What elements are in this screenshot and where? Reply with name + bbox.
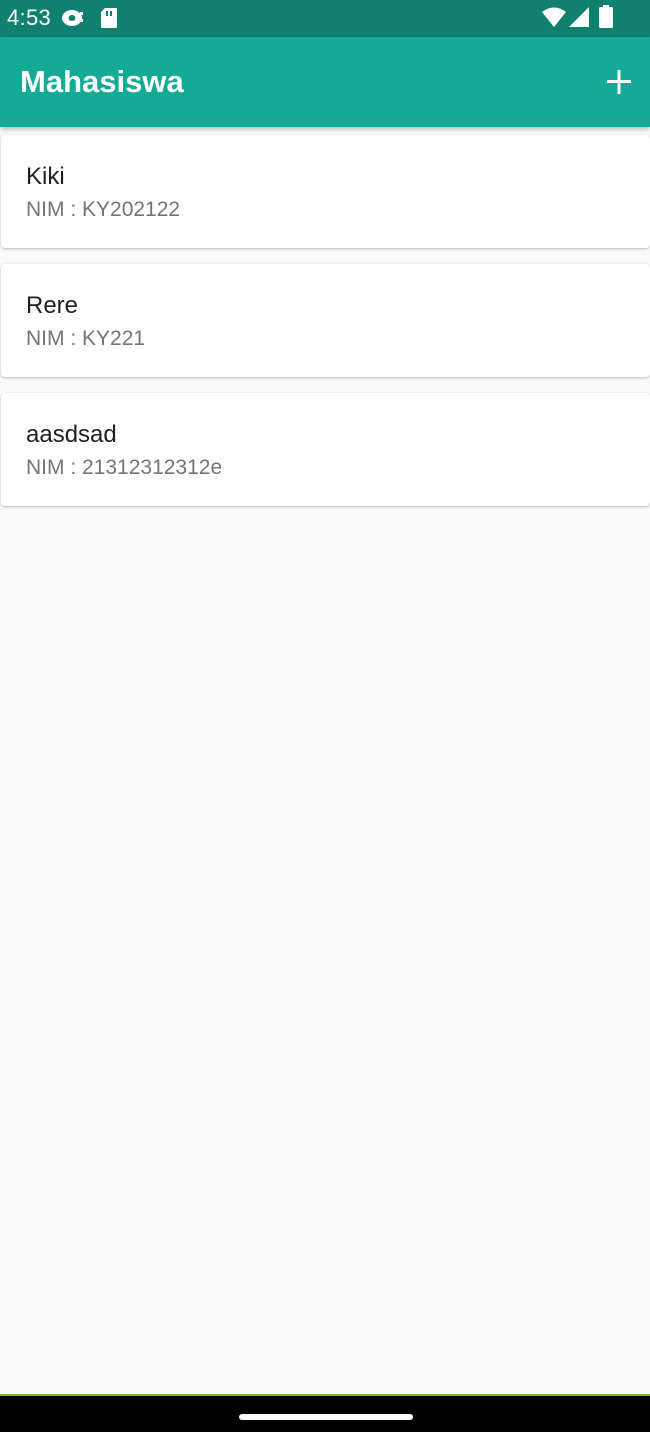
status-time: 4:53 bbox=[7, 5, 52, 30]
student-nim: NIM : KY202122 bbox=[26, 198, 181, 221]
wifi-icon bbox=[542, 7, 566, 27]
student-card[interactable]: Kiki NIM : KY202122 bbox=[1, 135, 650, 248]
app-title: Mahasiswa bbox=[20, 64, 184, 99]
student-card[interactable]: Rere NIM : KY221 bbox=[1, 264, 650, 377]
navigation-bar bbox=[0, 1394, 650, 1432]
cast-icon bbox=[62, 10, 83, 26]
student-nim: NIM : KY221 bbox=[26, 327, 146, 350]
cell-signal-icon bbox=[569, 7, 589, 27]
student-name: aasdsad bbox=[26, 421, 117, 448]
student-card[interactable]: aasdsad NIM : 21312312312e bbox=[1, 393, 650, 506]
app-bar: Mahasiswa bbox=[0, 37, 650, 127]
student-name: Rere bbox=[26, 292, 79, 319]
battery-icon bbox=[599, 5, 613, 28]
add-button[interactable] bbox=[596, 62, 642, 102]
home-gesture-handle[interactable] bbox=[239, 1414, 413, 1420]
add-icon bbox=[607, 70, 631, 94]
student-nim: NIM : 21312312312e bbox=[26, 456, 223, 479]
sd-card-icon bbox=[101, 8, 117, 28]
student-name: Kiki bbox=[26, 163, 65, 190]
status-bar: 4:53 bbox=[0, 0, 650, 37]
